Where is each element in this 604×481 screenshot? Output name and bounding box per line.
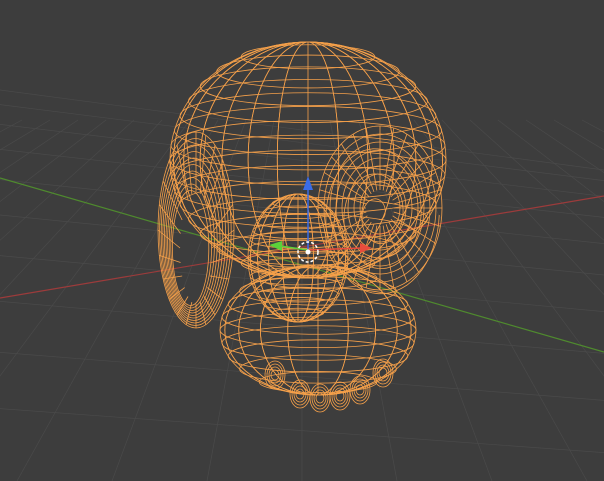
grid-line — [0, 119, 23, 133]
grid-line — [0, 119, 107, 203]
z-arrow-icon[interactable] — [303, 176, 313, 190]
left-ear-wireframe — [157, 131, 235, 329]
tooth-wire — [349, 375, 371, 405]
grid-line — [525, 119, 604, 173]
wire-edge — [170, 183, 213, 309]
grid-line — [441, 119, 604, 296]
wire-edge — [206, 160, 224, 209]
wire-edge — [319, 189, 367, 205]
grid-line — [0, 119, 135, 241]
3d-viewport[interactable] — [0, 0, 604, 481]
tooth-wire — [329, 381, 351, 411]
grid-line — [0, 119, 163, 296]
viewport-canvas[interactable] — [0, 0, 604, 481]
floor-grid — [0, 89, 604, 481]
grid-line — [553, 119, 604, 151]
grid-line — [0, 119, 51, 151]
wire-edge — [172, 190, 210, 306]
grid-line — [16, 119, 219, 481]
grid-line — [581, 119, 604, 133]
wire-edge — [168, 177, 215, 311]
grid-line — [469, 119, 604, 241]
origin-point-icon[interactable] — [305, 249, 311, 255]
grid-line — [413, 119, 604, 377]
tooth-wire — [309, 383, 331, 413]
grid-line — [0, 119, 191, 377]
grid-line — [0, 119, 79, 173]
grid-line — [111, 119, 247, 481]
